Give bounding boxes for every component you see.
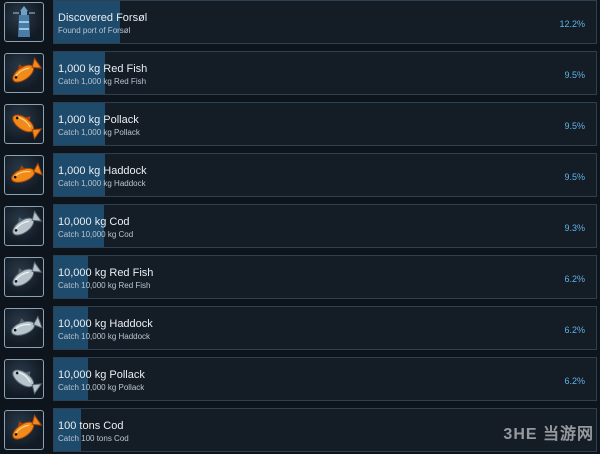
achievement-row[interactable]: 10,000 kg Pollack Catch 10,000 kg Pollack… <box>0 357 600 403</box>
achievement-card: 10,000 kg Cod Catch 10,000 kg Cod 9.3% <box>53 204 597 248</box>
achievement-percent: 9.5% <box>564 121 585 131</box>
achievement-name: 1,000 kg Haddock <box>58 165 147 177</box>
achievement-card: 10,000 kg Haddock Catch 10,000 kg Haddock… <box>53 306 597 350</box>
achievement-row[interactable]: 10,000 kg Cod Catch 10,000 kg Cod 9.3% <box>0 204 600 250</box>
haddock-silver-icon <box>4 308 44 348</box>
achievement-percent: 6.2% <box>564 325 585 335</box>
red-fish-gold-icon <box>4 53 44 93</box>
achievement-description: Catch 1,000 kg Haddock <box>58 179 146 188</box>
achievement-percent: 9.5% <box>564 70 585 80</box>
achievement-card: 10,000 kg Red Fish Catch 10,000 kg Red Fi… <box>53 255 597 299</box>
achievement-name: Discovered Forsøl <box>58 12 148 24</box>
achievement-description: Catch 1,000 kg Pollack <box>58 128 140 137</box>
achievement-row[interactable]: 1,000 kg Haddock Catch 1,000 kg Haddock 9.… <box>0 153 600 199</box>
achievement-description: Catch 10,000 kg Cod <box>58 230 134 239</box>
achievement-name: 10,000 kg Haddock <box>58 318 153 330</box>
achievement-description: Catch 10,000 kg Pollack <box>58 383 145 392</box>
achievement-card: Discovered Forsøl Found port of Forsøl 12.… <box>53 0 597 44</box>
achievement-description: Catch 10,000 kg Red Fish <box>58 281 151 290</box>
achievement-description: Found port of Forsøl <box>58 26 131 35</box>
watermark: 3HE 当游网 <box>503 426 594 443</box>
achievement-description: Catch 1,000 kg Red Fish <box>58 77 147 86</box>
achievement-description: Catch 10,000 kg Haddock <box>58 332 151 341</box>
cod-gold-icon <box>4 410 44 450</box>
achievement-row[interactable]: 10,000 kg Red Fish Catch 10,000 kg Red Fi… <box>0 255 600 301</box>
achievement-name: 10,000 kg Cod <box>58 216 130 228</box>
achievement-row[interactable]: 1,000 kg Red Fish Catch 1,000 kg Red Fish… <box>0 51 600 97</box>
achievement-description: Catch 100 tons Cod <box>58 434 129 443</box>
red-fish-silver-icon <box>4 257 44 297</box>
achievement-percent: 6.2% <box>564 376 585 386</box>
achievement-percent: 9.5% <box>564 172 585 182</box>
achievement-name: 1,000 kg Pollack <box>58 114 139 126</box>
achievement-card: 10,000 kg Pollack Catch 10,000 kg Pollack… <box>53 357 597 401</box>
achievement-row[interactable]: 10,000 kg Haddock Catch 10,000 kg Haddock… <box>0 306 600 352</box>
achievement-name: 100 tons Cod <box>58 420 124 432</box>
pollack-gold-icon <box>4 104 44 144</box>
achievement-card: 1,000 kg Haddock Catch 1,000 kg Haddock 9.… <box>53 153 597 197</box>
achievement-name: 10,000 kg Red Fish <box>58 267 154 279</box>
achievement-percent: 12.2% <box>559 19 585 29</box>
achievement-row[interactable]: Discovered Forsøl Found port of Forsøl 12.… <box>0 0 600 46</box>
achievement-card: 1,000 kg Red Fish Catch 1,000 kg Red Fish… <box>53 51 597 95</box>
achievement-percent: 6.2% <box>564 274 585 284</box>
achievement-name: 1,000 kg Red Fish <box>58 63 148 75</box>
achievement-percent: 9.3% <box>564 223 585 233</box>
haddock-gold-icon <box>4 155 44 195</box>
achievement-row[interactable]: 1,000 kg Pollack Catch 1,000 kg Pollack 9.… <box>0 102 600 148</box>
achievement-card: 1,000 kg Pollack Catch 1,000 kg Pollack 9.… <box>53 102 597 146</box>
achievement-name: 10,000 kg Pollack <box>58 369 145 381</box>
cod-silver-icon <box>4 206 44 246</box>
lighthouse-icon <box>4 2 44 42</box>
pollack-silver-icon <box>4 359 44 399</box>
